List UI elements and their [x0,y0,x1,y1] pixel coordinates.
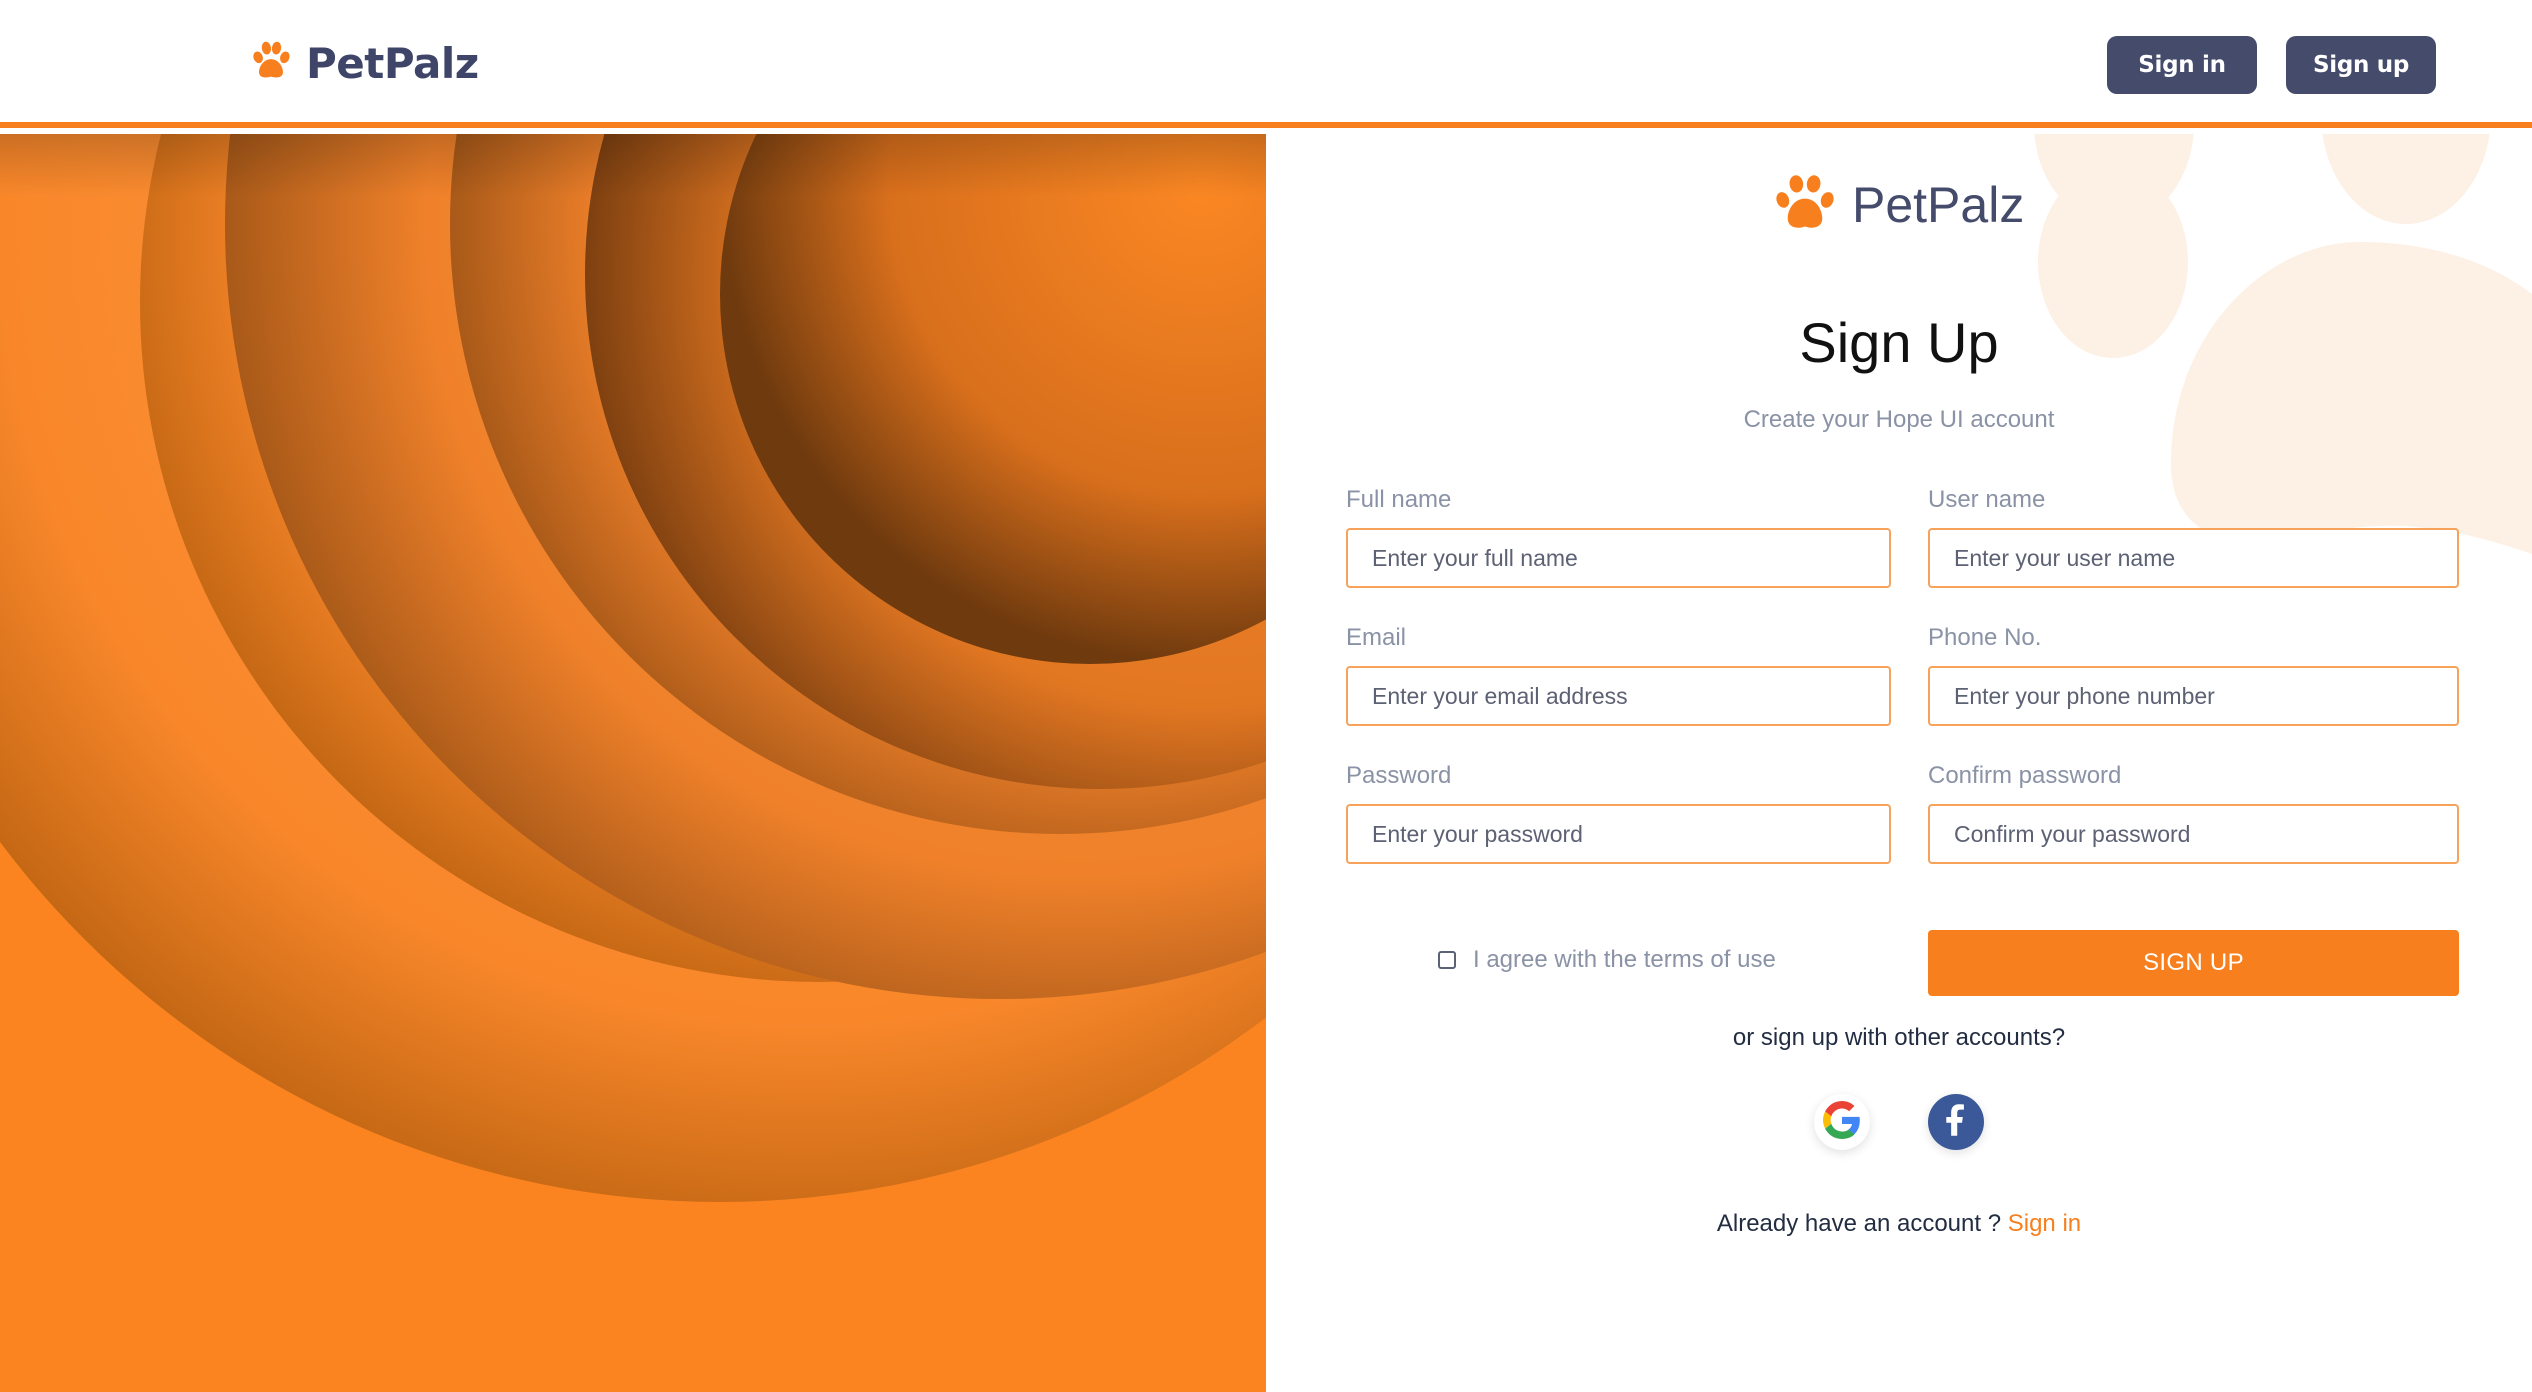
password-input[interactable] [1346,804,1891,864]
google-icon [1823,1101,1861,1143]
header-brand[interactable]: PetPalz [248,38,479,88]
signup-submit-button[interactable]: SIGN UP [1928,930,2459,996]
email-label: Email [1346,624,1407,651]
form-brand: PetPalz [1774,174,2024,236]
google-signup-button[interactable] [1814,1094,1870,1150]
confirm-password-input[interactable] [1928,804,2459,864]
phone-input[interactable] [1928,666,2459,726]
page-subtitle: Create your Hope UI account [1743,406,2055,433]
signin-link[interactable]: Sign in [2008,1210,2081,1237]
have-account-text: Already have an account ? [1716,1210,2002,1237]
terms-label: I agree with the terms of use [1473,946,1776,973]
confirm-password-label: Confirm password [1928,762,2122,789]
header-signup-button[interactable]: Sign up [2286,36,2436,94]
email-input[interactable] [1346,666,1891,726]
password-label: Password [1346,762,1452,789]
have-account-row: Already have an account ? Sign in [1266,1210,2532,1238]
hero-background-panel [0,134,1266,1392]
terms-checkbox[interactable] [1438,951,1456,969]
phone-label: Phone No. [1928,624,2042,651]
signup-panel: PetPalz Sign Up Create your Hope UI acco… [1266,134,2532,1392]
header-brand-name: PetPalz [306,38,479,88]
paw-logo-icon [1774,174,1836,236]
paw-logo-icon [248,38,294,88]
top-navbar: PetPalz Sign in Sign up [0,0,2532,128]
alt-signup-text: or sign up with other accounts? [1732,1024,2066,1051]
header-signin-button[interactable]: Sign in [2107,36,2257,94]
hero-circles-illustration [0,134,1266,1392]
facebook-signup-button[interactable] [1928,1094,1984,1150]
user-name-label: User name [1928,486,2046,513]
full-name-input[interactable] [1346,528,1891,588]
facebook-icon [1941,1103,1971,1141]
full-name-label: Full name [1346,486,1452,513]
page-title: Sign Up [1799,311,1999,374]
terms-row[interactable]: I agree with the terms of use [1438,946,1776,974]
form-brand-name: PetPalz [1852,177,2025,233]
user-name-input[interactable] [1928,528,2459,588]
